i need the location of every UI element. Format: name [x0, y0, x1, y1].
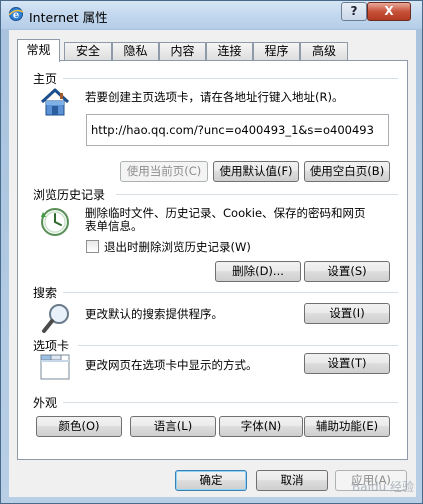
tab-general[interactable]: 常规: [17, 39, 60, 62]
tab-programs[interactable]: 程序: [253, 42, 300, 61]
tabs-separator: [78, 345, 398, 346]
cancel-button[interactable]: 取消: [256, 470, 328, 491]
delete-history-on-exit-label[interactable]: 退出时删除浏览历史记录(W): [104, 240, 251, 254]
search-section-title: 搜索: [33, 286, 58, 300]
help-button[interactable]: ?: [341, 2, 367, 21]
delete-history-button[interactable]: 删除(D)...: [215, 261, 301, 282]
history-description-line2: 表单信息。: [85, 219, 143, 233]
general-tab-panel: 主页 若要创建主页选项卡，请在各地址行键入地址(R)。 http://hao.q…: [17, 60, 408, 460]
use-default-button[interactable]: 使用默认值(F): [213, 161, 299, 182]
dialog-client-area: 常规 安全 隐私 内容 连接 程序 高级 主页 若要创建主页选项卡，请在各地址行…: [9, 30, 416, 497]
languages-button[interactable]: 语言(L): [130, 416, 216, 437]
tab-privacy[interactable]: 隐私: [112, 42, 159, 61]
tabbed-browsing-icon: [40, 354, 70, 380]
delete-history-on-exit-checkbox[interactable]: [86, 240, 99, 253]
use-blank-button[interactable]: 使用空白页(B): [304, 161, 390, 182]
appearance-section-title: 外观: [33, 396, 58, 410]
tab-security[interactable]: 安全: [64, 42, 112, 61]
search-settings-button[interactable]: 设置(I): [304, 303, 390, 324]
history-clock-icon: [41, 208, 69, 236]
home-separator: [63, 78, 398, 79]
search-separator: [63, 292, 398, 293]
history-settings-button[interactable]: 设置(S): [304, 261, 390, 282]
search-description: 更改默认的搜索提供程序。: [85, 307, 223, 321]
appearance-separator: [63, 402, 398, 403]
tabs-description: 更改网页在选项卡中显示的方式。: [85, 358, 258, 372]
accessibility-button[interactable]: 辅助功能(E): [304, 416, 390, 437]
history-section-title: 浏览历史记录: [33, 188, 106, 202]
title-bar[interactable]: e Internet 属性 ? X: [1, 1, 422, 29]
tabs-settings-button[interactable]: 设置(T): [304, 353, 390, 374]
home-description: 若要创建主页选项卡，请在各地址行键入地址(R)。: [85, 90, 344, 104]
history-separator: [116, 194, 398, 195]
baidu-watermark: Baidu 经验: [352, 480, 414, 494]
search-magnifier-icon: [42, 304, 69, 333]
history-description-line1: 删除临时文件、历史记录、Cookie、保存的密码和网页: [85, 206, 366, 220]
window-title: Internet 属性: [29, 10, 108, 25]
close-button[interactable]: X: [367, 2, 411, 21]
use-current-page-button[interactable]: 使用当前页(C): [120, 161, 208, 182]
tab-connections[interactable]: 连接: [206, 42, 253, 61]
internet-options-window: e Internet 属性 ? X 常规 安全 隐私 内容 连接 程序 高级 主…: [0, 0, 423, 504]
ok-button[interactable]: 确定: [175, 470, 247, 491]
home-icon: [40, 88, 70, 116]
fonts-button[interactable]: 字体(N): [219, 416, 303, 437]
home-page-url-input[interactable]: http://hao.qq.com/?unc=o400493_1&s=o4004…: [86, 114, 389, 146]
tab-content[interactable]: 内容: [159, 42, 206, 61]
tab-advanced[interactable]: 高级: [300, 42, 348, 61]
colors-button[interactable]: 颜色(O): [36, 416, 122, 437]
internet-explorer-icon: e: [8, 7, 24, 21]
